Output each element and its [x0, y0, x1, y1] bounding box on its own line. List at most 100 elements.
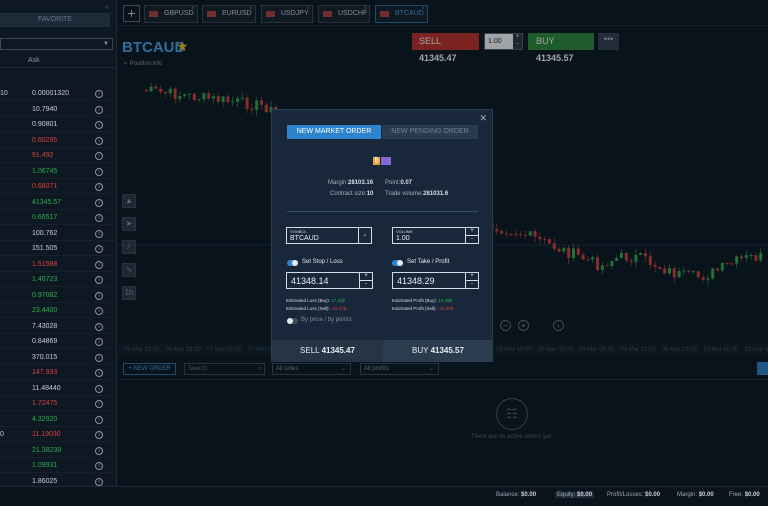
info-icon[interactable]: i: [95, 245, 103, 253]
info-icon[interactable]: i: [95, 90, 103, 98]
dialog-buy-button[interactable]: BUY 41345.57: [383, 340, 493, 362]
symbol-select[interactable]: SYMBOL BTCAUD ⌄: [286, 227, 372, 244]
indicator-icon[interactable]: ∿: [122, 263, 136, 277]
info-icon[interactable]: i: [95, 477, 103, 486]
info-icon[interactable]: i: [95, 214, 103, 222]
tab-btcaud[interactable]: BTCAUD ×: [375, 5, 428, 23]
info-icon[interactable]: i: [95, 183, 103, 191]
tab-new-market-order[interactable]: NEW MARKET ORDER: [287, 125, 381, 139]
instrument-row[interactable]: 4.32920 i: [0, 413, 117, 427]
stop-loss-toggle[interactable]: [287, 260, 298, 266]
favorite-filter-button[interactable]: FAVORITE: [0, 13, 110, 27]
instrument-row[interactable]: 0.60295 i: [0, 134, 117, 148]
orders-search-input[interactable]: Search ○: [184, 363, 265, 375]
instrument-row[interactable]: 10.7940 i: [0, 103, 117, 117]
info-icon[interactable]: i: [95, 369, 103, 377]
info-icon[interactable]: i: [95, 229, 103, 238]
instrument-row[interactable]: 7.43028 i: [0, 320, 117, 334]
timeframe-icon[interactable]: 1h: [122, 286, 136, 300]
tab-eurusd[interactable]: EURUSD ×: [202, 5, 256, 23]
info-icon[interactable]: i: [95, 384, 103, 393]
stepper-icon[interactable]: + -: [465, 228, 478, 243]
tab-usdjpy[interactable]: USDJPY ×: [261, 5, 313, 23]
toolbar-sell-button[interactable]: SELL 41345.47: [412, 33, 479, 63]
close-tab-icon[interactable]: ×: [191, 1, 195, 17]
toolbar-buy-button[interactable]: BUY 41345.57: [528, 33, 594, 63]
close-icon[interactable]: ✕: [479, 113, 487, 124]
new-order-button[interactable]: + NEW ORDER: [123, 363, 176, 375]
close-tab-icon[interactable]: ×: [421, 1, 425, 17]
info-icon[interactable]: i: [95, 415, 103, 424]
price-points-toggle[interactable]: [287, 318, 298, 324]
instrument-row[interactable]: 1.06745 i: [0, 165, 117, 179]
stepper-icon[interactable]: + -: [513, 34, 522, 49]
info-icon[interactable]: i: [95, 462, 103, 470]
instrument-row[interactable]: 23.4400 i: [0, 304, 117, 318]
stepper-icon[interactable]: + -: [359, 273, 372, 288]
take-profit-input[interactable]: 41348.29 + -: [392, 272, 479, 289]
position-info-link[interactable]: ⚬ Position info: [123, 60, 162, 67]
dialog-sell-button[interactable]: SELL 41345.47: [272, 340, 383, 362]
instrument-row[interactable]: 370.015 i: [0, 351, 117, 365]
instrument-row[interactable]: 1.51588 i: [0, 258, 117, 272]
sides-filter-select[interactable]: All sides ⌄: [272, 363, 351, 375]
instrument-row[interactable]: 0 11.19030 i: [0, 428, 117, 442]
instrument-row[interactable]: 0.84869 i: [0, 335, 117, 349]
info-icon[interactable]: i: [95, 136, 103, 145]
info-icon[interactable]: i: [95, 121, 103, 129]
instrument-row[interactable]: 0.97082 i: [0, 289, 117, 303]
toolbar-volume-stepper[interactable]: 1.00 + -: [484, 33, 523, 50]
info-icon[interactable]: i: [95, 431, 103, 439]
close-tab-icon[interactable]: ×: [363, 1, 367, 17]
instrument-row[interactable]: 10 0.00001320 i: [0, 87, 117, 101]
panel-toggle-button[interactable]: [757, 362, 768, 375]
add-tab-button[interactable]: +: [123, 5, 140, 22]
info-icon[interactable]: i: [95, 322, 103, 331]
area-chart-icon[interactable]: ▲: [122, 194, 136, 208]
scroll-right-icon[interactable]: ›: [553, 320, 564, 331]
info-icon[interactable]: i: [95, 198, 103, 207]
category-dropdown[interactable]: ▼: [0, 38, 113, 50]
instrument-row[interactable]: 1.09931 i: [0, 459, 117, 473]
close-tab-icon[interactable]: ×: [306, 1, 310, 17]
collapse-icon[interactable]: «: [105, 4, 109, 11]
close-tab-icon[interactable]: ×: [249, 1, 253, 17]
instrument-row[interactable]: 11.48440 i: [0, 382, 117, 396]
info-icon[interactable]: i: [95, 152, 103, 160]
tab-new-pending-order[interactable]: NEW PENDING ORDER: [382, 125, 478, 139]
info-icon[interactable]: i: [95, 307, 103, 315]
instrument-row[interactable]: 0.66517 i: [0, 211, 117, 225]
take-profit-toggle[interactable]: [392, 260, 403, 266]
instrument-row[interactable]: 21.38239 i: [0, 444, 117, 458]
instrument-row[interactable]: 1.46723 i: [0, 273, 117, 287]
instrument-row[interactable]: 0.90801 i: [0, 118, 117, 132]
instrument-row[interactable]: 41345.57 i: [0, 196, 117, 210]
instrument-row[interactable]: 147.933 i: [0, 366, 117, 380]
instrument-row[interactable]: 0.68071 i: [0, 180, 117, 194]
info-icon[interactable]: i: [95, 105, 103, 114]
tab-gbpusd[interactable]: GBPUSD ×: [144, 5, 198, 23]
info-icon[interactable]: i: [95, 167, 103, 176]
favorite-star-icon[interactable]: ★: [176, 38, 189, 55]
zoom-out-icon[interactable]: −: [500, 320, 511, 331]
volume-stepper[interactable]: VOLUME 1.00 + -: [392, 227, 479, 244]
cursor-icon[interactable]: ➤: [122, 217, 136, 231]
instrument-row[interactable]: 151.505 i: [0, 242, 117, 256]
instrument-row[interactable]: 91.492 i: [0, 149, 117, 163]
info-icon[interactable]: i: [95, 353, 103, 362]
instrument-row[interactable]: 1.72475 i: [0, 397, 117, 411]
stepper-icon[interactable]: + -: [465, 273, 478, 288]
info-icon[interactable]: i: [95, 260, 103, 269]
instrument-row[interactable]: 100.762 i: [0, 227, 117, 241]
info-icon[interactable]: i: [95, 446, 103, 455]
stop-loss-input[interactable]: 41348.14 + -: [286, 272, 373, 289]
info-icon[interactable]: i: [95, 338, 103, 346]
info-icon[interactable]: i: [95, 400, 103, 408]
tab-usdchf[interactable]: USDCHF ×: [318, 5, 370, 23]
more-options-button[interactable]: •••: [598, 33, 619, 50]
profits-filter-select[interactable]: All profits ⌄: [360, 363, 439, 375]
info-icon[interactable]: i: [95, 291, 103, 300]
zoom-in-icon[interactable]: +: [518, 320, 529, 331]
info-icon[interactable]: i: [95, 276, 103, 284]
line-tool-icon[interactable]: ∕: [122, 240, 136, 254]
